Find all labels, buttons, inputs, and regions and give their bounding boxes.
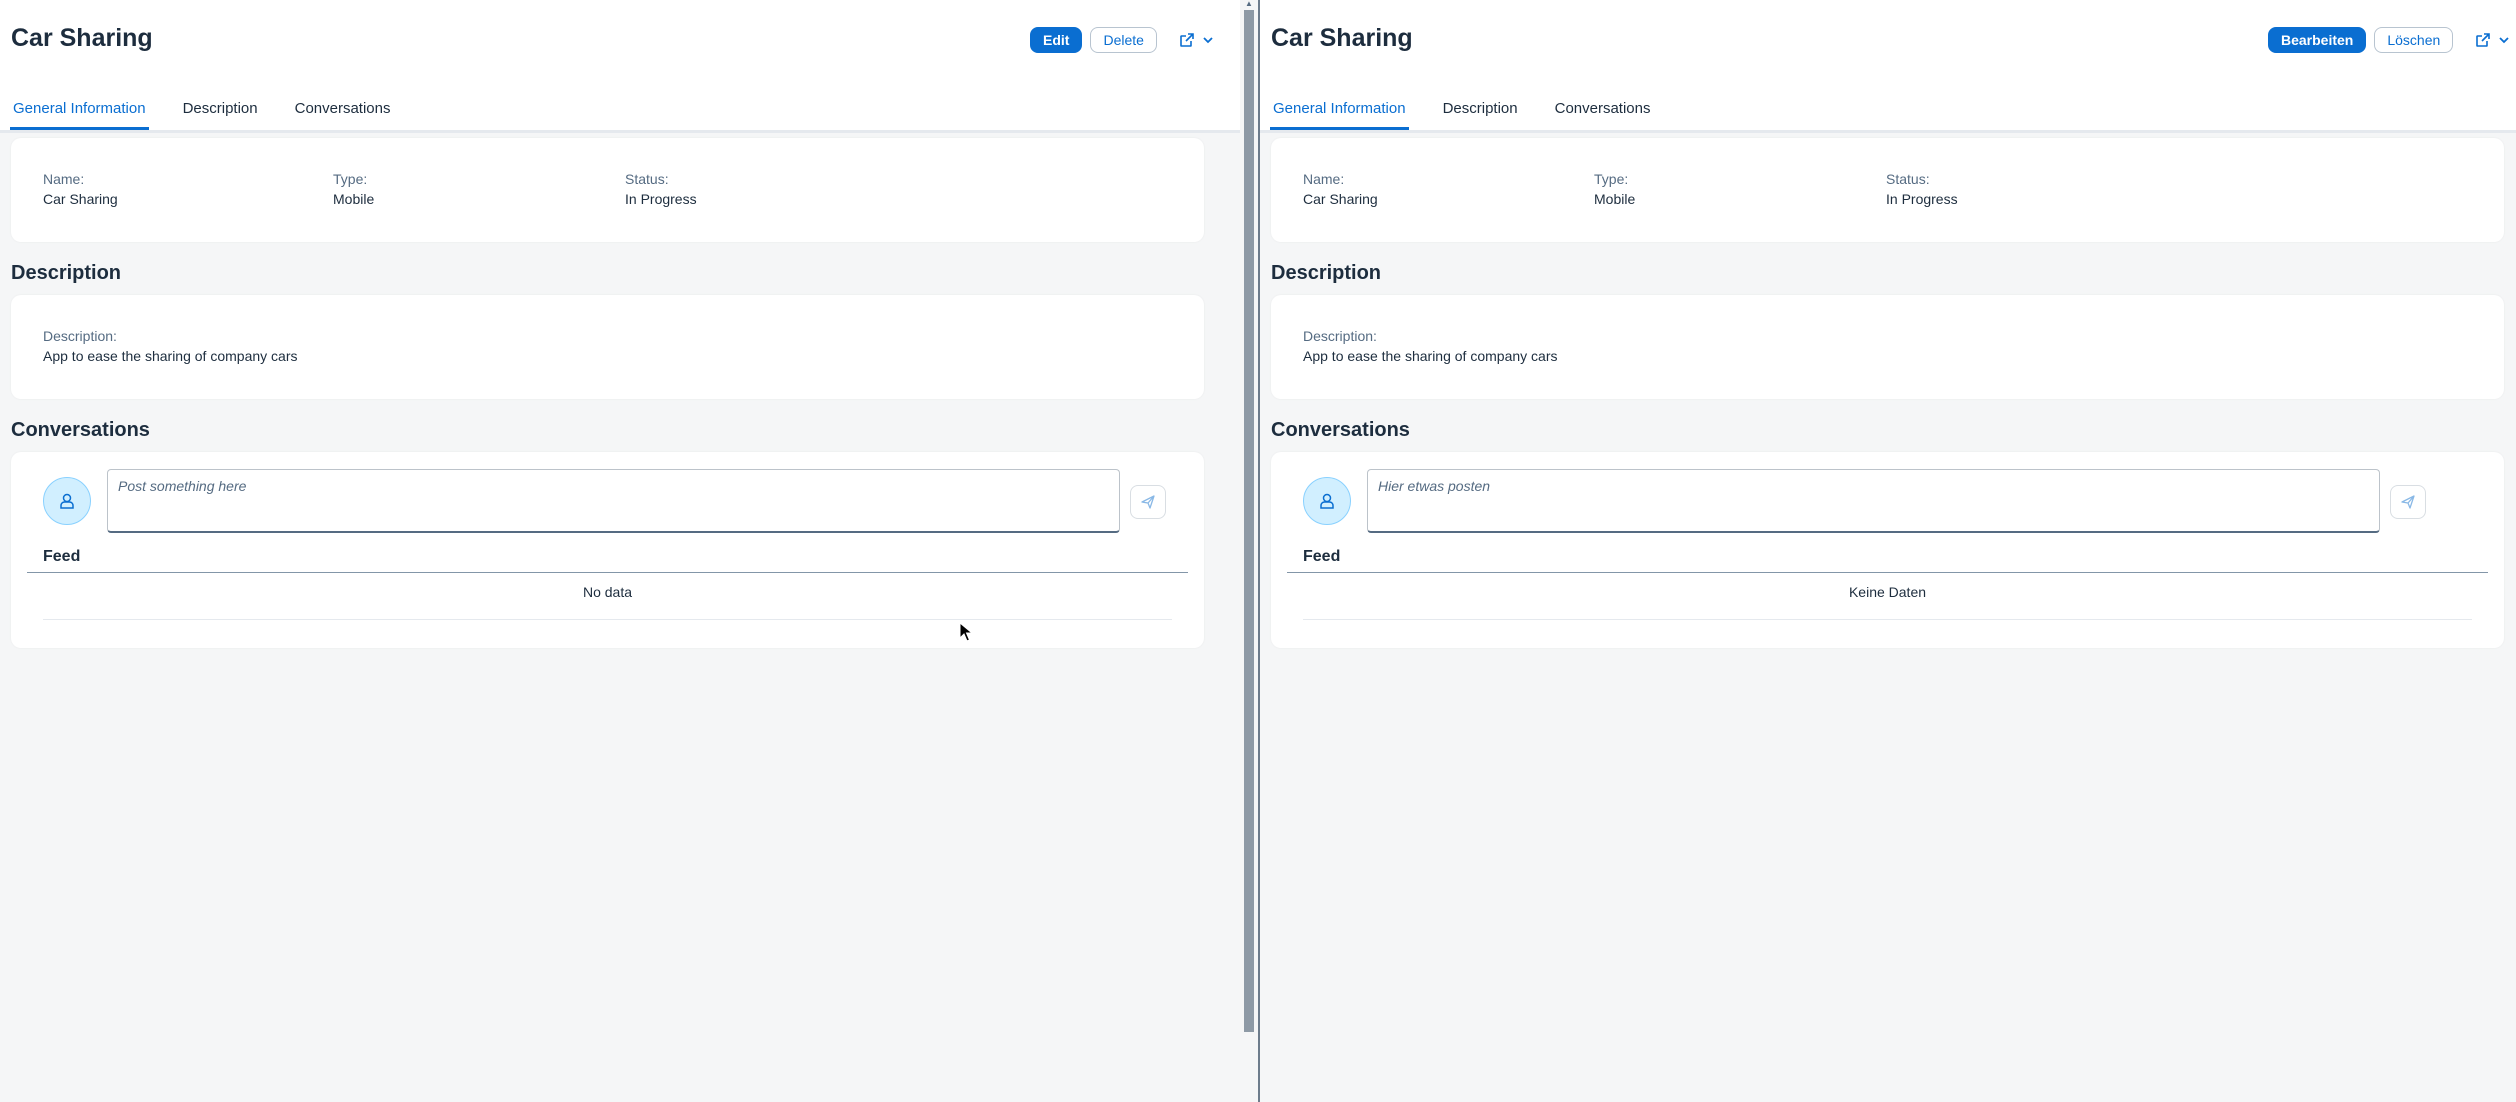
- description-section-title: Description: [11, 262, 122, 284]
- tab-conversations[interactable]: Conversations: [1552, 90, 1654, 130]
- share-icon: [1180, 33, 1194, 47]
- tab-description[interactable]: Description: [180, 90, 261, 130]
- conversations-card: Feed Keine Daten: [1271, 452, 2504, 648]
- header-actions: Edit Delete: [1030, 27, 1221, 53]
- send-button[interactable]: [2390, 485, 2426, 519]
- type-field: Type: Mobile: [333, 171, 374, 207]
- avatar: [1303, 477, 1351, 525]
- scrollbar-thumb[interactable]: [1244, 10, 1254, 1032]
- name-label: Name:: [1303, 171, 1345, 187]
- description-label: Description:: [43, 328, 117, 344]
- person-icon: [1320, 493, 1334, 509]
- description-card: Description: App to ease the sharing of …: [11, 295, 1204, 399]
- send-icon: [1141, 495, 1155, 509]
- object-page-header: Car Sharing Bearbeiten Löschen General I…: [1260, 0, 2516, 133]
- description-card: Description: App to ease the sharing of …: [1271, 295, 2504, 399]
- general-information-card: Name: Car Sharing Type: Mobile Status: I…: [1271, 138, 2504, 242]
- page-title: Car Sharing: [1271, 24, 1413, 52]
- feed-divider: [27, 572, 1188, 573]
- name-value: Car Sharing: [43, 191, 118, 207]
- chevron-down-icon: [2499, 37, 2509, 44]
- mouse-cursor-icon: [959, 622, 973, 642]
- object-page-header: Car Sharing Edit Delete General Informat…: [0, 0, 1240, 133]
- send-icon: [2401, 495, 2415, 509]
- list-divider: [1303, 619, 2472, 620]
- status-value: In Progress: [625, 191, 697, 207]
- name-field: Name: Car Sharing: [1303, 171, 1378, 207]
- type-value: Mobile: [333, 191, 375, 207]
- page-title: Car Sharing: [11, 24, 153, 52]
- edit-button[interactable]: Edit: [1030, 27, 1083, 53]
- feed-title: Feed: [1303, 548, 1341, 565]
- tab-description[interactable]: Description: [1440, 90, 1521, 130]
- description-value: App to ease the sharing of company cars: [43, 348, 298, 364]
- post-input[interactable]: [107, 469, 1120, 533]
- conversations-card: Feed No data: [11, 452, 1204, 648]
- feed-divider: [1287, 572, 2488, 573]
- type-field: Type: Mobile: [1594, 171, 1635, 207]
- status-value: In Progress: [1886, 191, 1958, 207]
- type-label: Type:: [1594, 171, 1629, 187]
- person-icon: [60, 493, 74, 509]
- no-data-text: No data: [582, 584, 633, 600]
- object-page-german: Car Sharing Bearbeiten Löschen General I…: [1260, 0, 2516, 1102]
- status-field: Status: In Progress: [1886, 171, 1958, 207]
- delete-button[interactable]: Löschen: [2374, 27, 2454, 53]
- header-actions: Bearbeiten Löschen: [2268, 27, 2516, 53]
- conversations-section-title: Conversations: [11, 419, 150, 441]
- pane-splitter[interactable]: ▲: [1240, 0, 1260, 1102]
- anchor-bar: General Information Description Conversa…: [0, 90, 415, 130]
- send-button[interactable]: [1130, 485, 1166, 519]
- tab-general-information[interactable]: General Information: [1270, 90, 1409, 130]
- avatar: [43, 477, 91, 525]
- description-label: Description:: [1303, 328, 1377, 344]
- chevron-down-icon: [1203, 37, 1213, 44]
- status-label: Status:: [625, 171, 669, 187]
- no-data-text: Keine Daten: [1848, 584, 1927, 600]
- edit-button[interactable]: Bearbeiten: [2268, 27, 2367, 53]
- delete-button[interactable]: Delete: [1090, 27, 1157, 53]
- description-section-title: Description: [1271, 262, 1382, 284]
- feed-title: Feed: [43, 548, 81, 565]
- anchor-bar: General Information Description Conversa…: [1260, 90, 1675, 130]
- description-value: App to ease the sharing of company cars: [1303, 348, 1558, 364]
- tab-conversations[interactable]: Conversations: [292, 90, 394, 130]
- name-value: Car Sharing: [1303, 191, 1378, 207]
- tab-general-information[interactable]: General Information: [10, 90, 149, 130]
- object-page-english: Car Sharing Edit Delete General Informat…: [0, 0, 1240, 1102]
- description-field: Description: App to ease the sharing of …: [43, 328, 297, 364]
- type-label: Type:: [333, 171, 368, 187]
- share-icon: [2476, 33, 2491, 47]
- post-input[interactable]: [1367, 469, 2380, 533]
- status-field: Status: In Progress: [625, 171, 697, 207]
- share-menu-button[interactable]: [1173, 27, 1221, 53]
- scroll-up-arrow-icon[interactable]: ▲: [1244, 0, 1254, 8]
- general-information-card: Name: Car Sharing Type: Mobile Status: I…: [11, 138, 1204, 242]
- status-label: Status:: [1886, 171, 1930, 187]
- type-value: Mobile: [1594, 191, 1636, 207]
- share-menu-button[interactable]: [2469, 27, 2516, 53]
- name-field: Name: Car Sharing: [43, 171, 118, 207]
- list-divider: [43, 619, 1172, 620]
- conversations-section-title: Conversations: [1271, 419, 1410, 441]
- description-field: Description: App to ease the sharing of …: [1303, 328, 1557, 364]
- name-label: Name:: [43, 171, 85, 187]
